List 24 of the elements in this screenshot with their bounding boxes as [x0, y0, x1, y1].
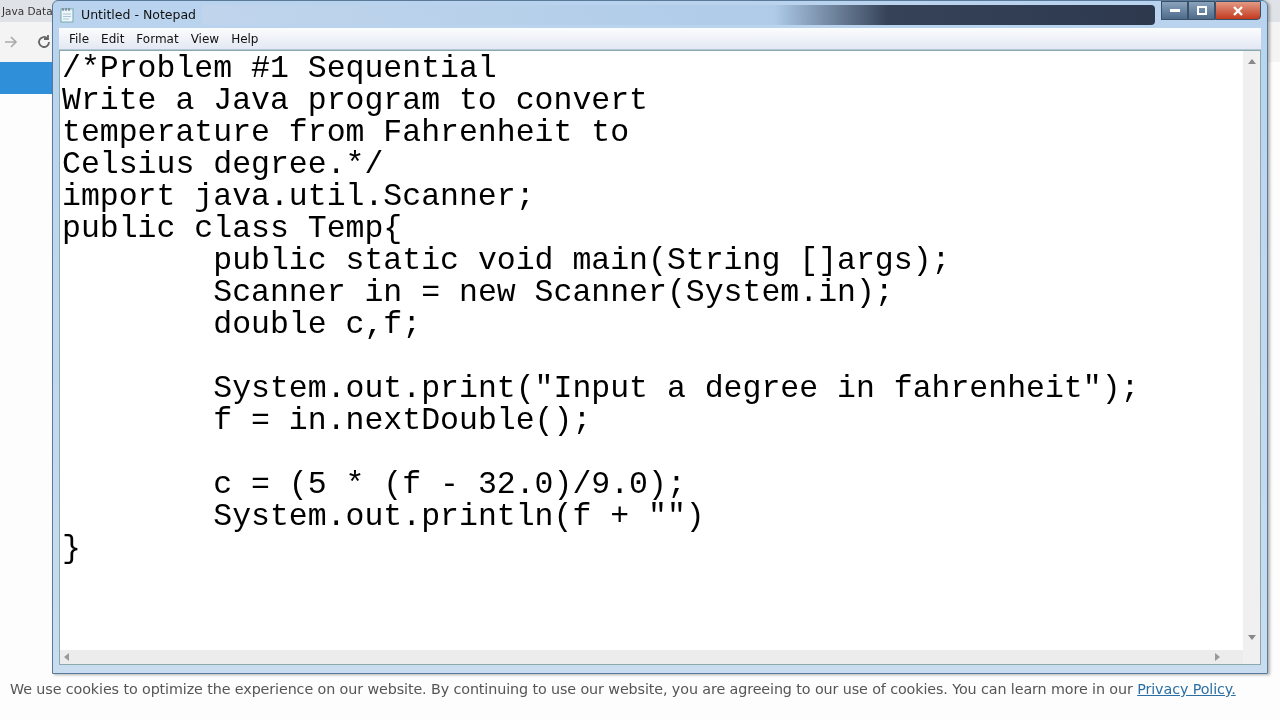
browser-tab-title[interactable]: Java Data — [2, 5, 53, 17]
forward-arrow-icon[interactable] — [4, 36, 18, 48]
scroll-left-icon[interactable] — [64, 653, 70, 661]
scroll-right-icon[interactable] — [1215, 653, 1221, 661]
menu-item[interactable]: File — [63, 31, 96, 46]
menu-item[interactable]: Help — [225, 31, 265, 46]
maximize-button[interactable] — [1188, 1, 1215, 20]
menu-item[interactable]: Edit — [95, 31, 131, 46]
scroll-down-icon[interactable] — [1247, 635, 1256, 640]
reload-icon[interactable] — [36, 34, 52, 50]
close-button[interactable] — [1215, 1, 1261, 20]
window-title: Untitled - Notepad — [81, 7, 197, 22]
vertical-scrollbar[interactable] — [1243, 51, 1260, 664]
menu-item[interactable]: View — [184, 31, 226, 46]
scroll-up-icon[interactable] — [1247, 59, 1256, 64]
privacy-policy-link[interactable]: Privacy Policy. — [1137, 681, 1236, 697]
minimize-button[interactable] — [1161, 1, 1188, 20]
notepad-icon — [59, 6, 75, 23]
menu-item[interactable]: Format — [130, 31, 185, 46]
maximize-icon — [1196, 6, 1207, 15]
cookie-notice: We use cookies to optimize the experience on our website. By continuing to use our website, you are agreeing to our use of cookies. You can learn more in our Privacy Policy. — [10, 681, 1236, 697]
close-icon — [1232, 5, 1244, 16]
minimize-icon — [1169, 8, 1180, 13]
horizontal-scrollbar[interactable] — [60, 650, 1243, 664]
